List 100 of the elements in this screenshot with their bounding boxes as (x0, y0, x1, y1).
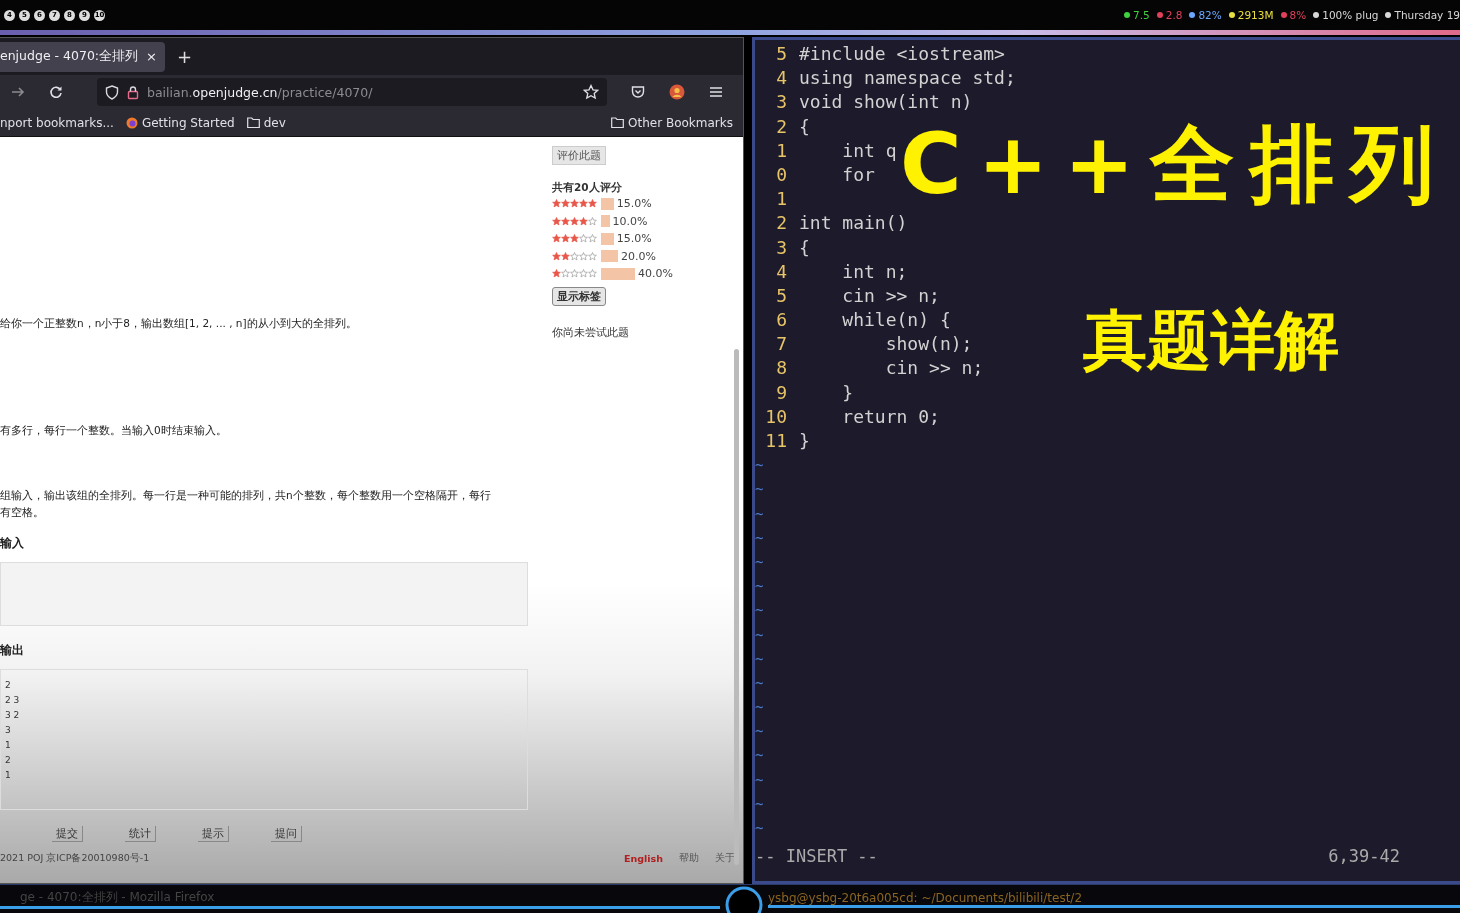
line-number: 6 (775, 308, 788, 333)
rating-bar (601, 232, 614, 245)
star-icon (579, 199, 588, 209)
bookmark-item[interactable]: Other Bookmarks (611, 115, 733, 130)
input-description: 有多行，每行一个整数。当输入0时结束输入。 (0, 423, 228, 438)
footer-link[interactable]: 帮助 (679, 852, 699, 865)
empty-line-marker: ~ (755, 552, 764, 572)
rate-button[interactable]: 评价此题 (552, 146, 606, 165)
bookmark-item[interactable]: dev (246, 115, 286, 130)
footer-link[interactable]: 关于 (715, 852, 735, 865)
rating-bar (601, 197, 614, 210)
rating-bar (601, 250, 618, 263)
empty-line-marker: ~ (755, 577, 764, 597)
cursor-position: 6,39-42 (1328, 845, 1400, 866)
empty-line-marker: ~ (755, 770, 764, 790)
line-number: 10 (764, 404, 788, 429)
code-line: using namespace std; (799, 66, 1016, 91)
rating-bar (601, 215, 610, 228)
code-line: int main() (799, 211, 908, 236)
star-icon (561, 234, 570, 244)
line-number: 11 (764, 429, 788, 453)
menu-icon[interactable] (709, 85, 723, 99)
status-text: 8% (1289, 9, 1307, 21)
scrollbar-thumb[interactable] (734, 349, 739, 865)
star-icon (579, 251, 588, 261)
folder-icon (246, 117, 260, 128)
avatar-icon[interactable] (669, 84, 685, 100)
url-text: bailian.openjudge.cn/practice/4070/ (147, 84, 374, 100)
sample-output-text: 2 2 3 3 2 3 1 2 1 (5, 679, 21, 782)
star-icon (588, 251, 597, 261)
empty-line-marker: ~ (755, 722, 764, 742)
star-icon (588, 269, 597, 279)
empty-line-marker: ~ (755, 673, 764, 693)
empty-line-marker: ~ (755, 480, 764, 500)
star-icon (552, 251, 561, 261)
empty-line-marker: ~ (755, 698, 764, 718)
star-icon (570, 234, 579, 244)
empty-line-marker: ~ (755, 456, 764, 476)
editor-mode: -- INSERT -- (755, 845, 878, 866)
status-text: 82% (1198, 9, 1222, 21)
section-heading: 输出 (0, 642, 25, 659)
address-bar[interactable]: bailian.openjudge.cn/practice/4070/ (97, 78, 607, 106)
star-icon (570, 251, 579, 261)
bookmark-item[interactable]: Getting Started (125, 115, 235, 130)
new-tab-button[interactable]: + (176, 46, 193, 67)
line-number: 1 (775, 187, 788, 212)
lock-icon (127, 84, 139, 100)
star-icon (570, 199, 579, 209)
star-icon (570, 216, 579, 226)
code-line: void show(int n) (799, 90, 973, 115)
window-title[interactable]: ysbg@ysbg-20t6a005cd: ~/Documents/bilibili/test/2 (768, 890, 1460, 908)
reload-icon[interactable] (49, 85, 63, 99)
forward-arrow-icon[interactable] (11, 85, 25, 99)
line-number: 4 (775, 259, 788, 284)
footer-text: 2021 POJ 京ICP备20010980号-1 (0, 852, 150, 865)
star-icon (561, 199, 570, 209)
status-text: 2913M (1237, 9, 1274, 21)
rating-title: 共有20人评分 (552, 181, 622, 195)
overlay-subtitle: 真题详解 (1083, 308, 1339, 372)
star-icon (579, 269, 588, 279)
code-line: show(n); (884, 332, 973, 357)
line-number: 2 (775, 114, 788, 139)
code-line: cin >> n; (884, 356, 984, 381)
attempt-status: 你尚未尝试此题 (552, 325, 629, 340)
star-icon (552, 269, 561, 279)
star-icon (588, 234, 597, 244)
code-line: int n; (841, 259, 908, 284)
rating-bar (601, 267, 635, 280)
output-description: 组输入，输出该组的全排列。每一行是一种可能的排列，共n个整数，每个整数用一个空格隔开，每行 有空格。 (0, 488, 492, 520)
star-icon (561, 269, 570, 279)
browser-tab[interactable]: enjudge - 4070:全排列 × (0, 41, 165, 72)
pocket-icon[interactable] (631, 85, 645, 99)
action-link[interactable]: 统计 (125, 826, 156, 842)
rating-percent: 15.0% (616, 197, 652, 211)
empty-line-marker: ~ (755, 819, 764, 838)
status-text: Thursday 19 (1394, 9, 1460, 21)
status-text: 7.5 (1133, 9, 1150, 21)
star-icon (561, 251, 570, 261)
empty-line-marker: ~ (755, 794, 764, 814)
action-link[interactable]: 提问 (271, 826, 302, 842)
code-line: while(n) { (841, 308, 951, 333)
star-icon (588, 199, 597, 209)
empty-line-marker: ~ (755, 649, 764, 669)
star-icon (570, 269, 579, 279)
action-link[interactable]: 提示 (198, 826, 229, 842)
empty-line-marker: ~ (755, 601, 764, 621)
code-line: { (799, 235, 810, 260)
code-line: { (799, 114, 810, 139)
section-heading: 输入 (0, 535, 25, 552)
empty-line-marker: ~ (755, 625, 764, 645)
line-number: 4 (775, 66, 788, 91)
bookmark-item[interactable]: nport bookmarks... (0, 115, 114, 130)
close-button[interactable]: × (146, 49, 157, 64)
status-text: 100% plug (1322, 9, 1379, 21)
show-tags-button[interactable]: 显示标签 (552, 286, 606, 306)
action-link[interactable]: 提交 (52, 826, 83, 842)
code-line: return 0; (841, 404, 940, 429)
rating-percent: 20.0% (621, 249, 656, 263)
description-text: 给你一个正整数n，n小于8，输出数组[1, 2, ... , n]的从小到大的全排列。 (0, 316, 358, 331)
star-icon[interactable] (583, 84, 599, 100)
